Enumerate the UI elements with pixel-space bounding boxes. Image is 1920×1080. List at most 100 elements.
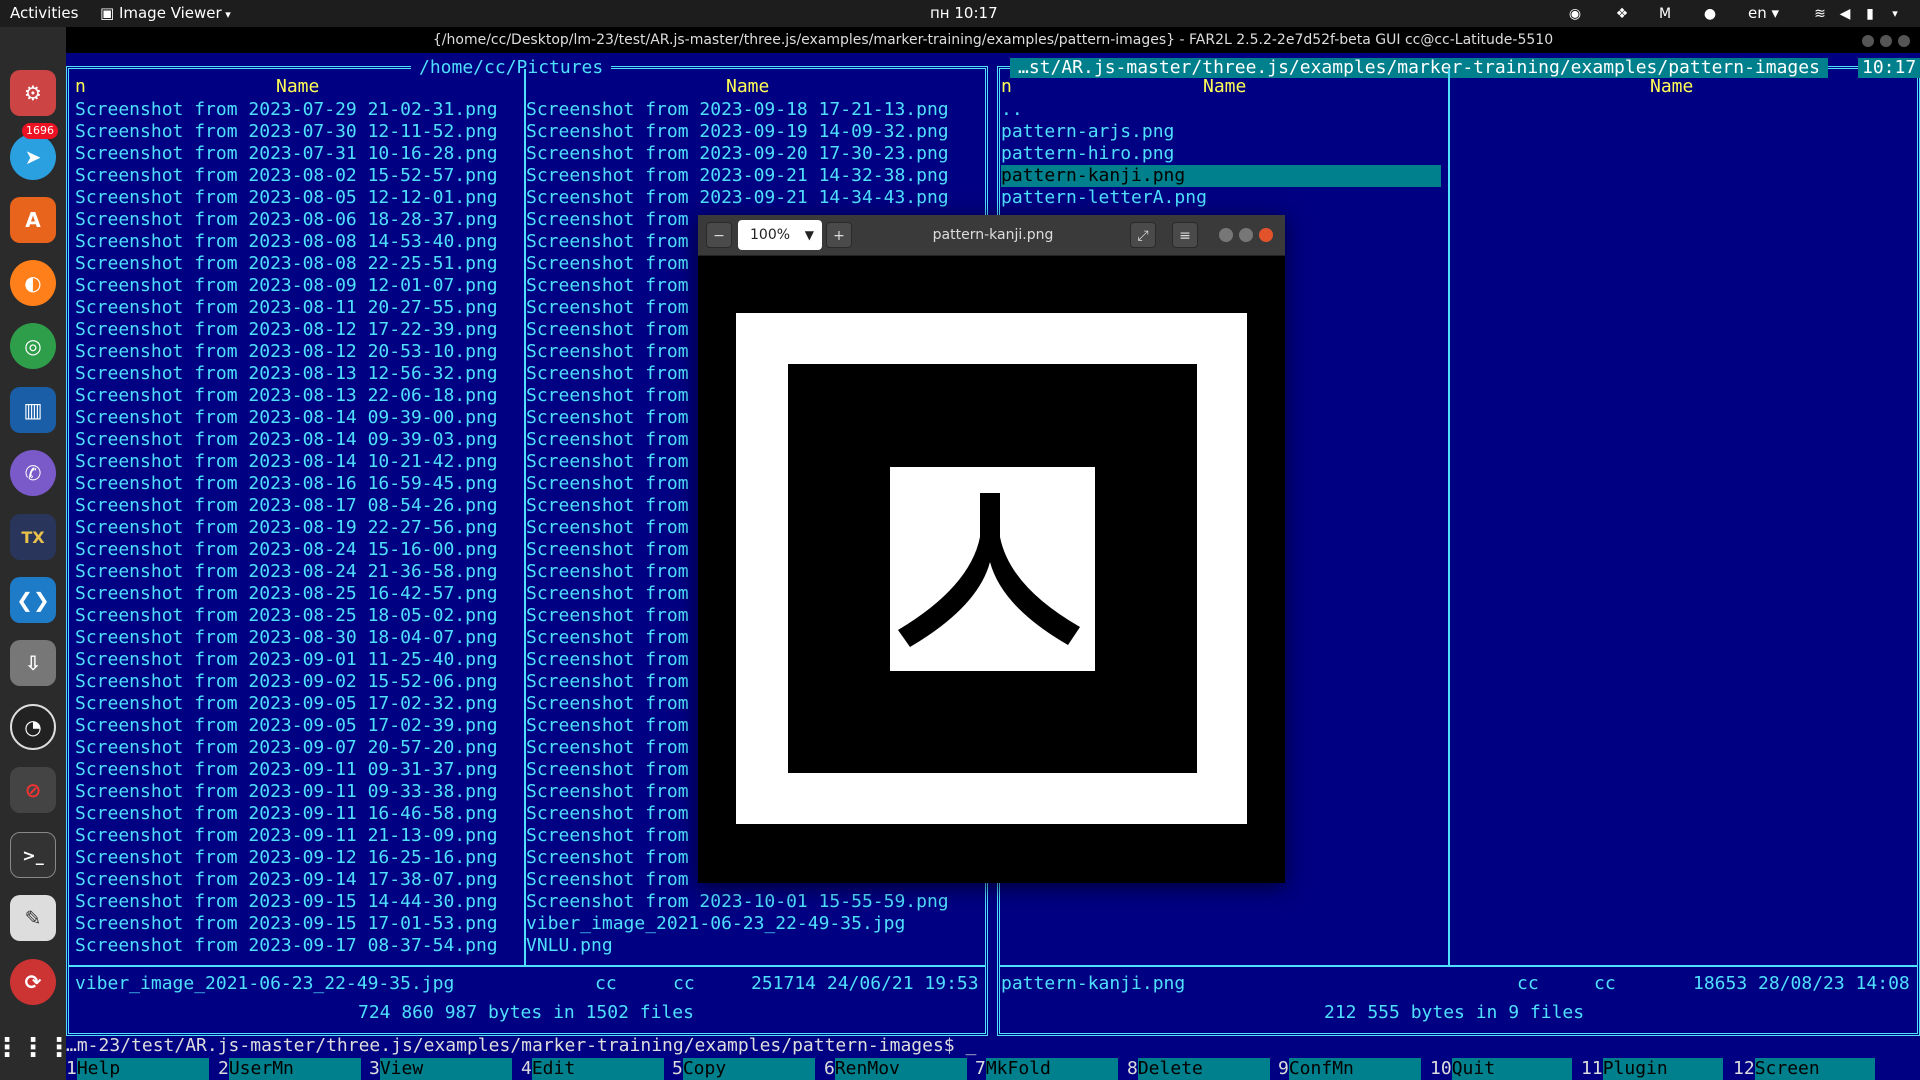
file-list-item[interactable]: Screenshot from 2023-08-11 20-27-55.png xyxy=(75,297,515,319)
close-button[interactable] xyxy=(1898,35,1910,47)
file-list-item[interactable]: pattern-arjs.png xyxy=(1001,121,1441,143)
chrome-icon[interactable]: ◎ xyxy=(10,323,56,369)
file-list-item[interactable]: Screenshot from 2023-07-29 21-02-31.png xyxy=(75,99,515,121)
mail-icon[interactable]: M xyxy=(1655,4,1675,24)
function-key-7[interactable]: 7MkFold xyxy=(975,1058,1118,1080)
activities-button[interactable]: Activities xyxy=(10,4,78,22)
file-list-item[interactable]: Screenshot from 2023-09-19 14-09-32.png xyxy=(526,121,966,143)
settings-icon[interactable]: ⚙ xyxy=(10,70,56,116)
file-list-item[interactable]: Screenshot from 2023-08-06 18-28-37.png xyxy=(75,209,515,231)
function-key-3[interactable]: 3View xyxy=(369,1058,512,1080)
texmaker-icon[interactable]: TX xyxy=(10,514,56,560)
file-list-item[interactable]: Screenshot from 2023-08-16 16-59-45.png xyxy=(75,473,515,495)
file-list-item[interactable]: Screenshot from 2023-09-20 17-30-23.png xyxy=(526,143,966,165)
function-key-2[interactable]: 2UserMn xyxy=(218,1058,361,1080)
firefox-icon[interactable]: ◐ xyxy=(10,260,56,306)
volume-icon[interactable]: ◀ xyxy=(1835,4,1855,24)
minimize-button[interactable] xyxy=(1219,228,1233,242)
file-list-item[interactable]: Screenshot from 2023-08-12 17-22-39.png xyxy=(75,319,515,341)
fullscreen-icon[interactable]: ⤢ xyxy=(1130,222,1156,248)
file-list-item[interactable]: Screenshot from 2023-08-08 22-25-51.png xyxy=(75,253,515,275)
minimize-button[interactable] xyxy=(1862,35,1874,47)
terminal-icon[interactable]: >_ xyxy=(10,832,56,878)
installer-icon[interactable]: ⇩ xyxy=(10,640,56,686)
file-list-item[interactable]: pattern-kanji.png xyxy=(1001,165,1441,187)
file-list-item[interactable]: Screenshot from 2023-09-11 09-31-37.png xyxy=(75,759,515,781)
file-list-item[interactable]: Screenshot from 2023-09-07 20-57-20.png xyxy=(75,737,515,759)
file-list-item[interactable]: Screenshot from 2023-08-24 21-36-58.png xyxy=(75,561,515,583)
file-list-item[interactable]: Screenshot from 2023-08-05 12-12-01.png xyxy=(75,187,515,209)
battery-icon[interactable]: ▮ xyxy=(1860,4,1880,24)
file-list-item[interactable]: .. xyxy=(1001,99,1441,121)
file-list-item[interactable]: Screenshot from 2023-09-11 21-13-09.png xyxy=(75,825,515,847)
file-list-item[interactable]: Screenshot from 2023-08-19 22-27-56.png xyxy=(75,517,515,539)
system-menu-chevron-icon[interactable]: ▾ xyxy=(1885,4,1905,24)
file-list-item[interactable]: Screenshot from 2023-07-30 12-11-52.png xyxy=(75,121,515,143)
file-list-item[interactable]: Screenshot from 2023-10-01 15-55-59.png xyxy=(526,891,966,913)
file-list-item[interactable]: Screenshot from 2023-09-02 15-52-06.png xyxy=(75,671,515,693)
function-key-9[interactable]: 9ConfMn xyxy=(1278,1058,1421,1080)
close-button[interactable] xyxy=(1259,228,1273,242)
function-key-10[interactable]: 10Quit xyxy=(1430,1058,1572,1080)
file-list-item[interactable]: Screenshot from 2023-09-18 17-21-13.png xyxy=(526,99,966,121)
text-editor-icon[interactable]: ✎ xyxy=(10,895,56,941)
file-list-item[interactable]: Screenshot from 2023-08-25 16-42-57.png xyxy=(75,583,515,605)
zoom-selector[interactable]: 100% ▼ xyxy=(738,220,822,250)
file-list-item[interactable]: Screenshot from 2023-09-17 08-37-54.png xyxy=(75,935,515,957)
telegram-icon[interactable]: ➤ xyxy=(10,134,56,180)
vscode-icon[interactable]: ❮❯ xyxy=(10,577,56,623)
file-list-item[interactable]: Screenshot from 2023-09-14 17-38-07.png xyxy=(75,869,515,891)
menu-icon[interactable]: ≡ xyxy=(1172,222,1198,248)
wifi-icon[interactable]: ≋ xyxy=(1810,4,1830,24)
software-center-icon[interactable]: A xyxy=(10,197,56,243)
function-key-11[interactable]: 11Plugin xyxy=(1581,1058,1723,1080)
file-list-item[interactable]: Screenshot from 2023-09-15 14-44-30.png xyxy=(75,891,515,913)
app-menu[interactable]: ▣ Image Viewer ▾ xyxy=(100,4,231,22)
file-list-item[interactable]: Screenshot from 2023-08-25 18-05-02.png xyxy=(75,605,515,627)
file-list-item[interactable]: Screenshot from 2023-08-12 20-53-10.png xyxy=(75,341,515,363)
file-list-item[interactable]: pattern-letterA.png xyxy=(1001,187,1441,209)
maximize-button[interactable] xyxy=(1880,35,1892,47)
file-list-item[interactable]: Screenshot from 2023-08-24 15-16-00.png xyxy=(75,539,515,561)
dropbox-icon[interactable]: ❖ xyxy=(1612,4,1632,24)
file-list-item[interactable]: Screenshot from 2023-08-08 14-53-40.png xyxy=(75,231,515,253)
file-list-item[interactable]: Screenshot from 2023-09-21 14-32-38.png xyxy=(526,165,966,187)
file-list-item[interactable]: Screenshot from 2023-09-21 14-34-43.png xyxy=(526,187,966,209)
file-list-item[interactable]: Screenshot from 2023-09-12 16-25-16.png xyxy=(75,847,515,869)
file-list-item[interactable]: Screenshot from 2023-08-09 12-01-07.png xyxy=(75,275,515,297)
clock[interactable]: пн 10:17 xyxy=(930,4,998,22)
obs-icon[interactable]: ◔ xyxy=(10,704,56,750)
file-list-item[interactable]: Screenshot from 2023-09-01 11-25-40.png xyxy=(75,649,515,671)
function-key-1[interactable]: 1Help xyxy=(66,1058,209,1080)
chrome-tray-icon[interactable]: ● xyxy=(1700,4,1720,24)
file-list-item[interactable]: Screenshot from 2023-09-05 17-02-32.png xyxy=(75,693,515,715)
function-key-12[interactable]: 12Screen xyxy=(1733,1058,1875,1080)
obs-tray-icon[interactable]: ◉ xyxy=(1565,4,1585,24)
language-indicator[interactable]: en ▾ xyxy=(1748,4,1779,22)
function-key-8[interactable]: 8Delete xyxy=(1127,1058,1270,1080)
function-key-5[interactable]: 5Copy xyxy=(672,1058,815,1080)
file-list-item[interactable]: Screenshot from 2023-09-05 17-02-39.png xyxy=(75,715,515,737)
file-list-item[interactable]: Screenshot from 2023-09-11 16-46-58.png xyxy=(75,803,515,825)
zoom-out-button[interactable]: − xyxy=(706,222,732,248)
function-key-4[interactable]: 4Edit xyxy=(521,1058,664,1080)
file-list-item[interactable]: VNLU.png xyxy=(526,935,966,957)
file-list-item[interactable]: Screenshot from 2023-08-30 18-04-07.png xyxy=(75,627,515,649)
file-list-item[interactable]: Screenshot from 2023-08-14 10-21-42.png xyxy=(75,451,515,473)
file-list-item[interactable]: Screenshot from 2023-09-11 09-33-38.png xyxy=(75,781,515,803)
file-manager-icon[interactable]: ▥ xyxy=(10,387,56,433)
app-grid-icon[interactable]: ⋮⋮⋮ xyxy=(0,1025,72,1071)
file-list-item[interactable]: Screenshot from 2023-09-15 17-01-53.png xyxy=(75,913,515,935)
file-list-item[interactable]: Screenshot from 2023-08-02 15-52-57.png xyxy=(75,165,515,187)
maximize-button[interactable] xyxy=(1239,228,1253,242)
file-list-item[interactable]: viber_image_2021-06-23_22-49-35.jpg xyxy=(526,913,966,935)
file-list-item[interactable]: Screenshot from 2023-07-31 10-16-28.png xyxy=(75,143,515,165)
file-list-item[interactable]: Screenshot from 2023-08-14 09-39-03.png xyxy=(75,429,515,451)
file-list-item[interactable]: Screenshot from 2023-08-17 08-54-26.png xyxy=(75,495,515,517)
file-list-item[interactable]: pattern-hiro.png xyxy=(1001,143,1441,165)
remmina-icon[interactable]: ⟳ xyxy=(10,959,56,1005)
file-list-item[interactable]: Screenshot from 2023-08-13 22-06-18.png xyxy=(75,385,515,407)
blocker-icon[interactable]: ⊘ xyxy=(10,767,56,813)
viber-icon[interactable]: ✆ xyxy=(10,450,56,496)
zoom-in-button[interactable]: + xyxy=(826,222,852,248)
